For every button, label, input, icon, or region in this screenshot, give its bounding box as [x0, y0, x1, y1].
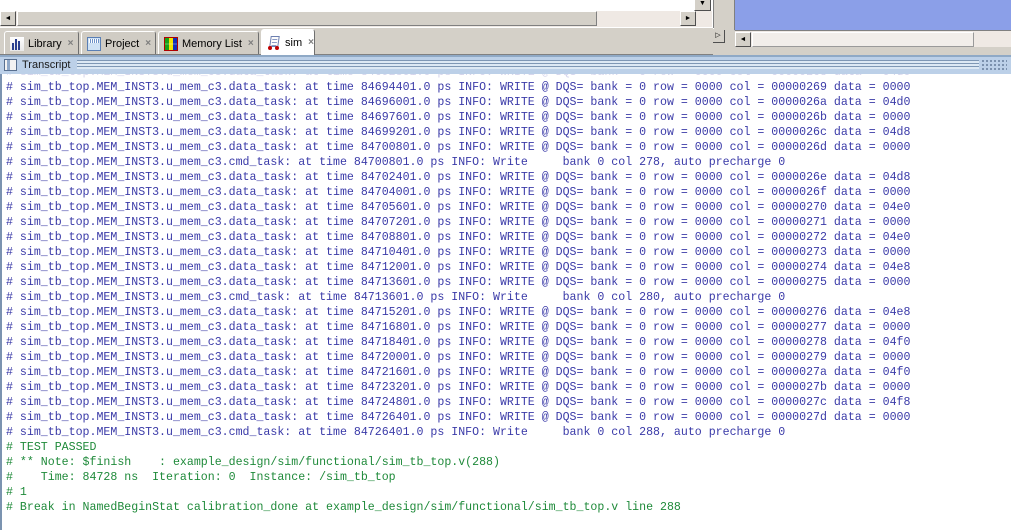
upper-pane-vscroll-buttons[interactable]: ▼ ► ◁ ▷: [680, 0, 725, 43]
transcript-title: Transcript: [22, 58, 71, 71]
next-arrow-icon: ▷: [715, 32, 721, 39]
transcript-line: # Time: 84728 ns Iteration: 0 Instance: …: [6, 471, 396, 484]
transcript-line: # sim_tb_top.MEM_INST3.u_mem_c3.data_tas…: [6, 111, 911, 124]
modelsim-window: ◄ ▼ ► ◁ ▷ ◄ Library: [0, 0, 1011, 530]
tab-label: Library: [28, 37, 62, 50]
transcript-line: # sim_tb_top.MEM_INST3.u_mem_c3.data_tas…: [6, 306, 911, 319]
titlebar-rules: [76, 60, 979, 69]
tab-close-icon[interactable]: ×: [68, 38, 74, 49]
transcript-line: # sim_tb_top.MEM_INST3.u_mem_c3.data_tas…: [6, 351, 911, 364]
tab-sim[interactable]: sim ×: [261, 29, 315, 55]
transcript-line: # sim_tb_top.MEM_INST3.u_mem_c3.data_tas…: [6, 141, 911, 154]
transcript-line: # 1: [6, 486, 27, 499]
transcript-line: # sim_tb_top.MEM_INST3.u_mem_c3.data_tas…: [6, 96, 911, 109]
wave-hscroll-thumb[interactable]: [752, 32, 974, 47]
transcript-text: # sim_tb_top.MEM_INST3.u_mem_c3.data_tas…: [6, 74, 910, 515]
tab-label: Project: [105, 37, 140, 50]
transcript-line: # sim_tb_top.MEM_INST3.u_mem_c3.data_tas…: [6, 396, 911, 409]
transcript-line: # sim_tb_top.MEM_INST3.u_mem_c3.data_tas…: [6, 171, 911, 184]
wave-pane-highlight[interactable]: [734, 0, 1011, 31]
transcript-line: # sim_tb_top.MEM_INST3.u_mem_c3.data_tas…: [6, 336, 911, 349]
transcript-line: # sim_tb_top.MEM_INST3.u_mem_c3.data_tas…: [6, 231, 911, 244]
pane-divider: [714, 0, 734, 30]
left-arrow-icon: ◄: [4, 15, 12, 22]
vscroll-right-arrow-button[interactable]: ►: [680, 11, 696, 26]
library-icon: [10, 36, 24, 51]
right-arrow-icon: ►: [684, 15, 692, 22]
tab-library[interactable]: Library ×: [4, 31, 79, 55]
transcript-line: # sim_tb_top.MEM_INST3.u_mem_c3.data_tas…: [6, 246, 911, 259]
transcript-window-icon: [4, 58, 17, 71]
transcript-output-area[interactable]: # sim_tb_top.MEM_INST3.u_mem_c3.data_tas…: [0, 74, 1011, 530]
transcript-line: # sim_tb_top.MEM_INST3.u_mem_c3.cmd_task…: [6, 156, 786, 169]
resize-grip-icon[interactable]: [981, 59, 1007, 70]
transcript-line: # sim_tb_top.MEM_INST3.u_mem_c3.data_tas…: [6, 321, 911, 334]
tab-label: Memory List: [182, 37, 242, 50]
transcript-line: # sim_tb_top.MEM_INST3.u_mem_c3.data_tas…: [6, 366, 911, 379]
sim-icon: [267, 35, 281, 50]
down-arrow-icon: ▼: [699, 0, 706, 7]
tab-memory-list[interactable]: Memory List ×: [158, 31, 259, 55]
left-arrow-icon: ◄: [739, 36, 747, 43]
transcript-line: # sim_tb_top.MEM_INST3.u_mem_c3.data_tas…: [6, 261, 911, 274]
project-icon: [87, 36, 101, 51]
pane-tabbar: Library × Project × Memory List × sim ×: [0, 28, 713, 55]
transcript-line: # sim_tb_top.MEM_INST3.u_mem_c3.data_tas…: [6, 276, 911, 289]
transcript-line: # sim_tb_top.MEM_INST3.u_mem_c3.data_tas…: [6, 381, 911, 394]
upper-pane: ◄: [0, 0, 714, 28]
transcript-line: # sim_tb_top.MEM_INST3.u_mem_c3.data_tas…: [6, 216, 911, 229]
transcript-line: # sim_tb_top.MEM_INST3.u_mem_c3.data_tas…: [6, 186, 911, 199]
transcript-line: # ** Note: $finish : example_design/sim/…: [6, 456, 500, 469]
wave-pane-hscrollbar[interactable]: ◄: [735, 30, 1011, 47]
transcript-line: # TEST PASSED: [6, 441, 97, 454]
transcript-line: # sim_tb_top.MEM_INST3.u_mem_c3.cmd_task…: [6, 426, 786, 439]
tab-close-icon[interactable]: ×: [308, 37, 314, 48]
transcript-window: Transcript # sim_tb_top.MEM_INST3.u_mem_…: [0, 55, 1011, 530]
tab-project[interactable]: Project ×: [81, 31, 156, 55]
vscroll-down-arrow-button[interactable]: ▼: [694, 0, 711, 11]
transcript-titlebar[interactable]: Transcript: [0, 55, 1011, 74]
transcript-line: # sim_tb_top.MEM_INST3.u_mem_c3.data_tas…: [6, 81, 911, 94]
transcript-line: # sim_tb_top.MEM_INST3.u_mem_c3.data_tas…: [6, 126, 911, 139]
transcript-line: # sim_tb_top.MEM_INST3.u_mem_c3.data_tas…: [6, 74, 910, 80]
transcript-line: # Break in NamedBeginStat calibration_do…: [6, 501, 681, 514]
upper-pane-hscrollbar[interactable]: ◄: [0, 10, 712, 27]
pane-next-button[interactable]: ▷: [711, 28, 725, 43]
transcript-line: # sim_tb_top.MEM_INST3.u_mem_c3.cmd_task…: [6, 291, 786, 304]
tab-close-icon[interactable]: ×: [248, 38, 254, 49]
wave-hscroll-left-arrow-button[interactable]: ◄: [735, 32, 751, 47]
tab-close-icon[interactable]: ×: [145, 38, 151, 49]
memory-list-icon: [164, 36, 178, 51]
hscroll-thumb[interactable]: [17, 11, 597, 26]
tab-label: sim: [285, 36, 303, 49]
transcript-line: # sim_tb_top.MEM_INST3.u_mem_c3.data_tas…: [6, 411, 911, 424]
hscroll-left-arrow-button[interactable]: ◄: [0, 11, 16, 26]
transcript-line: # sim_tb_top.MEM_INST3.u_mem_c3.data_tas…: [6, 201, 911, 214]
